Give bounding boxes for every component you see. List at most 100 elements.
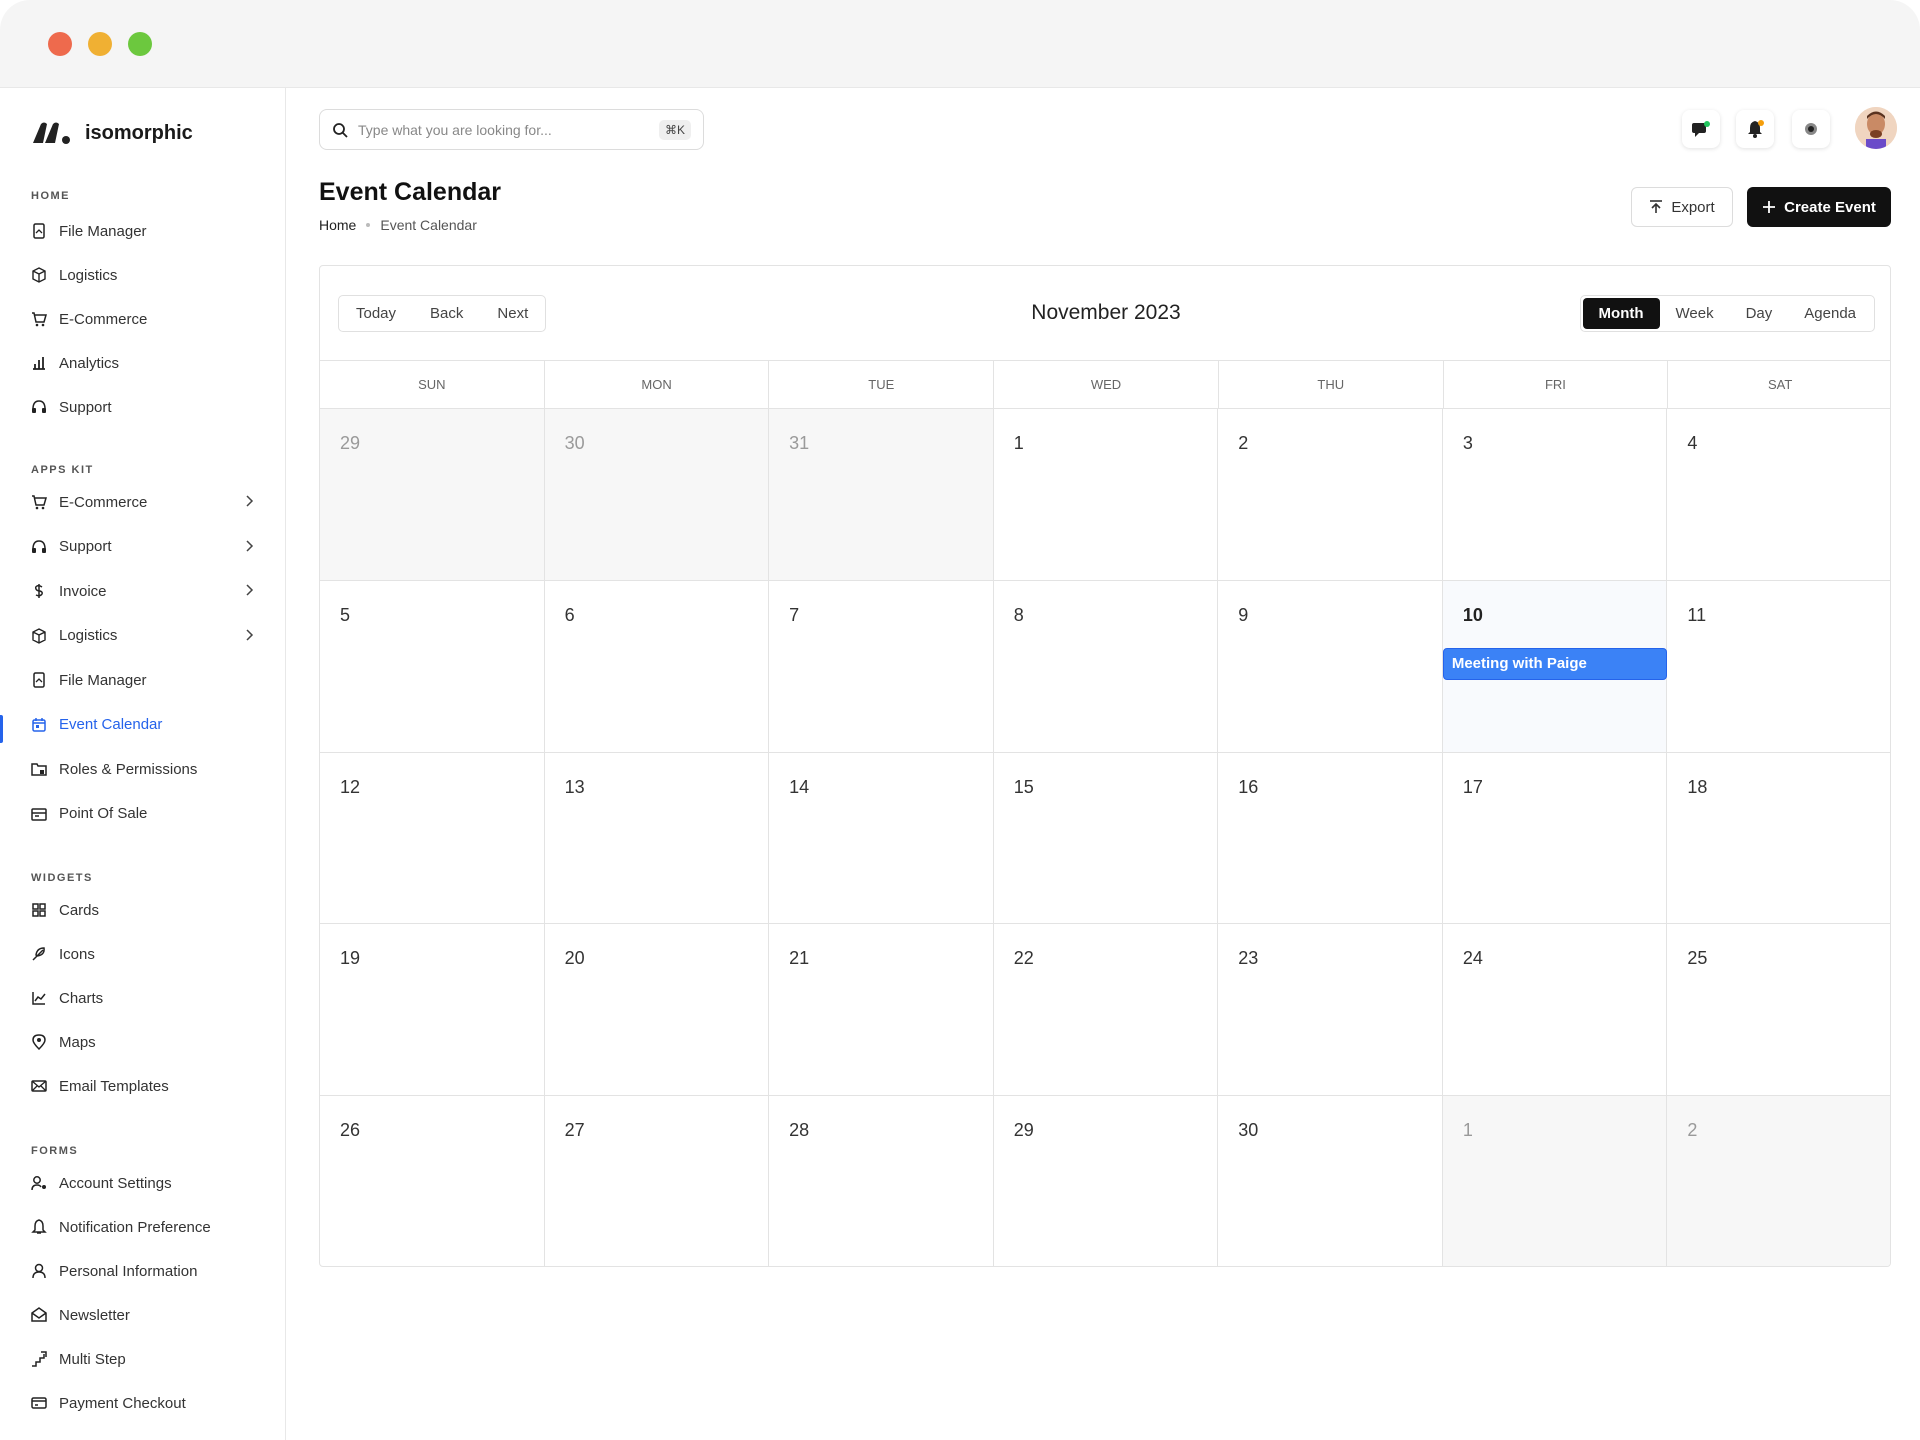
sidebar-item-label: Newsletter <box>59 1306 130 1324</box>
calendar-day-cell[interactable]: 25 <box>1667 924 1890 1097</box>
calendar-day-cell[interactable]: 31 <box>769 409 994 581</box>
messages-button[interactable] <box>1682 110 1720 148</box>
notifications-button[interactable] <box>1736 110 1774 148</box>
plus-icon <box>1763 201 1776 213</box>
sidebar-item-multi-step[interactable]: Multi Step <box>31 1343 256 1375</box>
brand-name: isomorphic <box>85 121 193 144</box>
sidebar-item-payment-checkout[interactable]: Payment Checkout <box>31 1387 256 1419</box>
sidebar-item-e-commerce[interactable]: E-Commerce <box>31 303 256 335</box>
view-month-button[interactable]: Month <box>1582 298 1660 329</box>
sidebar-item-label: Payment Checkout <box>59 1394 186 1412</box>
view-week-button[interactable]: Week <box>1660 298 1730 329</box>
calendar-day-cell[interactable]: 17 <box>1442 752 1668 925</box>
calendar-day-cell[interactable]: 12 <box>320 752 545 925</box>
day-number: 2 <box>1687 1120 1698 1141</box>
sidebar-item-logistics[interactable]: Logistics <box>31 259 256 291</box>
calendar-day-cell[interactable]: 7 <box>769 580 994 753</box>
weekday-label: FRI <box>1444 361 1669 408</box>
calendar-day-cell[interactable]: 9 <box>1218 580 1443 753</box>
sidebar-item-analytics[interactable]: Analytics <box>31 347 256 379</box>
notification-bell-icon <box>1748 120 1764 138</box>
brand-logo[interactable]: isomorphic <box>31 115 193 151</box>
minimize-window-button[interactable] <box>88 32 112 56</box>
sidebar-item-personal-information[interactable]: Personal Information <box>31 1255 256 1287</box>
sidebar-item-file-manager[interactable]: File Manager <box>31 215 256 247</box>
settings-button[interactable] <box>1792 110 1830 148</box>
day-number: 14 <box>789 776 810 797</box>
calendar-day-cell[interactable]: 5 <box>320 580 545 753</box>
calendar-day-cell[interactable]: 1 <box>1442 1096 1668 1266</box>
day-number: 21 <box>789 948 810 969</box>
sidebar-item-event-calendar[interactable]: Event Calendar <box>31 709 256 741</box>
day-number: 27 <box>564 1120 585 1141</box>
sidebar-item-e-commerce[interactable]: E-Commerce <box>31 486 256 518</box>
sidebar-item-logistics[interactable]: Logistics <box>31 620 256 652</box>
calendar-day-cell[interactable]: 2 <box>1218 409 1443 581</box>
sidebar-item-account-settings[interactable]: Account Settings <box>31 1167 256 1199</box>
calendar-day-cell[interactable]: 21 <box>769 924 994 1097</box>
calendar-day-cell[interactable]: 3 <box>1442 409 1668 581</box>
view-agenda-button[interactable]: Agenda <box>1788 298 1872 329</box>
day-number: 7 <box>789 604 800 625</box>
create-event-button[interactable]: Create Event <box>1747 187 1891 227</box>
user-avatar[interactable] <box>1855 107 1897 149</box>
sidebar-item-label: Cards <box>59 901 100 919</box>
event-calendar: Today Back Next November 2023 Month Week… <box>319 265 1891 1267</box>
calendar-day-cell[interactable]: 13 <box>544 752 770 925</box>
calendar-day-cell[interactable]: 10 Meeting with Paige <box>1442 580 1668 753</box>
sidebar-item-notification-preference[interactable]: Notification Preference <box>31 1211 256 1243</box>
maximize-window-button[interactable] <box>128 32 152 56</box>
calendar-day-cell[interactable]: 6 <box>544 580 770 753</box>
day-number: 8 <box>1013 604 1024 625</box>
calendar-day-cell[interactable]: 30 <box>544 409 770 581</box>
calendar-day-cell[interactable]: 2 <box>1667 1096 1890 1266</box>
calendar-day-cell[interactable]: 20 <box>544 924 770 1097</box>
sidebar-section-label: WIDGETS <box>31 872 93 884</box>
sidebar-item-file-manager[interactable]: File Manager <box>31 664 256 696</box>
settings-gear-icon <box>1805 123 1817 135</box>
calendar-day-cell[interactable]: 16 <box>1218 752 1443 925</box>
calendar-day-cell[interactable]: 22 <box>993 924 1219 1097</box>
sidebar-item-charts[interactable]: Charts <box>31 982 256 1014</box>
sidebar-item-support[interactable]: Support <box>31 391 256 423</box>
close-window-button[interactable] <box>48 32 72 56</box>
calendar-day-cell[interactable]: 23 <box>1218 924 1443 1097</box>
breadcrumb-home-link[interactable]: Home <box>319 217 356 233</box>
user-gear-icon <box>31 1176 46 1191</box>
calendar-day-cell[interactable]: 14 <box>769 752 994 925</box>
sidebar-item-cards[interactable]: Cards <box>31 894 256 926</box>
calendar-day-cell[interactable]: 30 <box>1218 1096 1443 1266</box>
calendar-day-cell[interactable]: 15 <box>993 752 1219 925</box>
calendar-day-cell[interactable]: 18 <box>1667 753 1890 925</box>
month-grid: 29 30 31 1 2 3 4 5 6 7 8 9 10 Meeting with Paige 11 12 1… <box>320 409 1890 1266</box>
day-number: 26 <box>340 1120 361 1141</box>
calendar-day-cell[interactable]: 11 <box>1667 581 1890 753</box>
sidebar-item-support[interactable]: Support <box>31 531 256 563</box>
calendar-day-cell[interactable]: 8 <box>993 580 1219 753</box>
calendar-day-cell[interactable]: 19 <box>320 924 545 1097</box>
calendar-day-cell[interactable]: 29 <box>994 1096 1219 1266</box>
calendar-event[interactable]: Meeting with Paige <box>1442 647 1667 680</box>
sidebar-item-point-of-sale[interactable]: Point Of Sale <box>31 798 256 830</box>
view-day-button[interactable]: Day <box>1730 298 1789 329</box>
sidebar-item-email-templates[interactable]: Email Templates <box>31 1070 256 1102</box>
calendar-day-cell[interactable]: 28 <box>769 1096 994 1266</box>
headset-icon <box>32 400 46 413</box>
sidebar-item-invoice[interactable]: Invoice <box>31 575 256 607</box>
calendar-day-cell[interactable]: 29 <box>320 409 545 581</box>
calendar-day-cell[interactable]: 27 <box>545 1096 770 1266</box>
sidebar-item-newsletter[interactable]: Newsletter <box>31 1299 256 1331</box>
day-number: 15 <box>1013 776 1034 797</box>
sidebar-item-maps[interactable]: Maps <box>31 1026 256 1058</box>
day-number: 29 <box>1013 1120 1034 1141</box>
weekday-label: TUE <box>769 361 995 408</box>
calendar-day-cell[interactable]: 4 <box>1667 409 1890 581</box>
calendar-day-cell[interactable]: 26 <box>320 1096 545 1266</box>
day-number: 20 <box>564 948 585 969</box>
calendar-day-cell[interactable]: 24 <box>1442 924 1668 1097</box>
sidebar-item-roles-permissions[interactable]: Roles & Permissions <box>31 753 256 785</box>
search-bar[interactable]: Type what you are looking for... ⌘K <box>319 109 704 150</box>
sidebar-item-icons[interactable]: Icons <box>31 938 256 970</box>
calendar-day-cell[interactable]: 1 <box>993 409 1219 581</box>
export-button[interactable]: Export <box>1631 187 1733 227</box>
